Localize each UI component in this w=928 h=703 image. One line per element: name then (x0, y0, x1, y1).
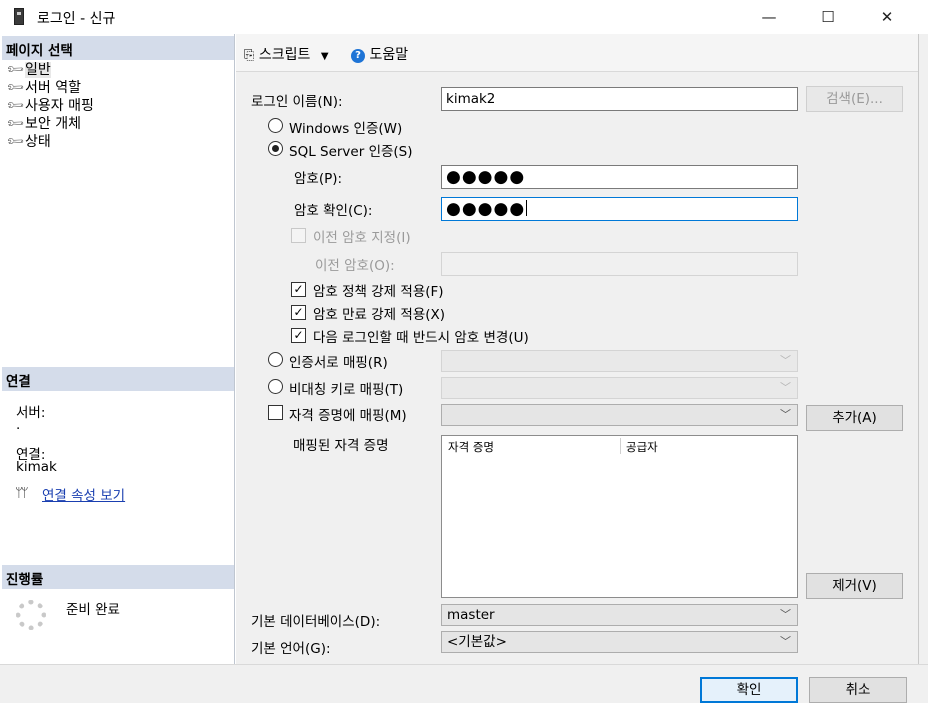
mapped-credentials-label: 매핑된 자격 증명 (293, 438, 389, 454)
asym-key-map-radio[interactable] (268, 379, 283, 394)
connection-value: kimak (16, 459, 57, 475)
sql-auth-radio[interactable] (268, 141, 283, 156)
must-change-label: 다음 로그인할 때 반드시 암호 변경(U) (313, 330, 529, 346)
wrench-icon: 🔧︎ (4, 130, 26, 152)
progress-status: 준비 완료 (66, 602, 120, 618)
nav-label: 서버 역할 (25, 80, 81, 96)
chevron-down-icon: ﹀ (780, 408, 791, 421)
connection-props-icon: ᛘᛘ (15, 486, 29, 501)
enforce-expiration-checkbox[interactable]: ✓ (291, 305, 306, 320)
title-bar: 로그인 - 신규 — ☐ ✕ (0, 0, 928, 34)
help-icon: ? (351, 49, 365, 63)
maximize-button[interactable]: ☐ (805, 4, 851, 30)
nav-item-user-mapping[interactable]: 🔧︎사용자 매핑 (5, 95, 94, 116)
script-label: 스크립트 (258, 47, 311, 63)
close-button[interactable]: ✕ (864, 4, 910, 30)
check-icon: ✓ (293, 282, 304, 296)
view-connection-properties-link[interactable]: 연결 속성 보기 (42, 484, 125, 504)
cert-map-radio[interactable] (268, 352, 283, 367)
default-language-label: 기본 언어(G): (251, 641, 331, 657)
windows-auth-label: Windows 인증(W) (289, 121, 403, 137)
chevron-down-icon: ﹀ (780, 635, 791, 648)
default-database-select[interactable]: master ﹀ (441, 604, 798, 626)
left-pane: 페이지 선택 🔧︎ 일반 🔧︎서버 역할 🔧︎사용자 매핑 🔧︎보안 개체 🔧︎상… (0, 34, 235, 664)
chevron-down-icon: ▼ (320, 51, 329, 62)
server-label: 서버: (16, 405, 46, 421)
asym-key-map-label: 비대칭 키로 매핑(T) (289, 382, 404, 398)
nav-label: 사용자 매핑 (25, 98, 94, 114)
ok-button[interactable]: 확인 (700, 677, 798, 703)
cancel-button[interactable]: 취소 (809, 677, 907, 703)
check-icon: ✓ (293, 328, 304, 342)
credential-map-checkbox[interactable] (268, 405, 283, 420)
enforce-policy-checkbox[interactable]: ✓ (291, 282, 306, 297)
chevron-down-icon: ﹀ (780, 354, 791, 367)
spinner-icon (16, 600, 46, 630)
credential-column-header[interactable]: 자격 증명 (448, 439, 494, 455)
page-select-header: 페이지 선택 (2, 36, 234, 60)
password-input[interactable]: ●●●●● (441, 165, 798, 189)
sql-auth-label: SQL Server 인증(S) (289, 144, 413, 160)
login-name-input[interactable]: kimak2 (441, 87, 798, 111)
windows-auth-radio[interactable] (268, 118, 283, 133)
confirm-password-input[interactable]: ●●●●● (441, 197, 798, 221)
old-password-label: 이전 암호(O): (315, 258, 395, 274)
window-edge (918, 34, 928, 664)
nav-label: 일반 (25, 62, 51, 78)
provider-column-header[interactable]: 공급자 (626, 439, 658, 455)
help-label: 도움말 (369, 47, 409, 63)
nav-item-securables[interactable]: 🔧︎보안 개체 (5, 113, 81, 134)
asym-key-map-select[interactable]: ﹀ (441, 377, 798, 399)
specify-old-password-label: 이전 암호 지정(I) (313, 230, 411, 246)
default-database-label: 기본 데이터베이스(D): (251, 614, 381, 630)
search-button[interactable]: 검색(E)... (806, 86, 903, 112)
password-label: 암호(P): (294, 171, 343, 187)
default-language-select[interactable]: <기본값> ﹀ (441, 631, 798, 653)
nav-item-server-roles[interactable]: 🔧︎서버 역할 (5, 77, 81, 98)
default-language-value: <기본값> (447, 634, 507, 650)
text-caret (526, 200, 528, 216)
mapped-credentials-list[interactable]: 자격 증명 공급자 (441, 435, 798, 598)
app-icon (14, 8, 24, 25)
script-icon: ⎘ (244, 48, 255, 63)
add-button[interactable]: 추가(A) (806, 405, 903, 431)
nav-item-status[interactable]: 🔧︎상태 (5, 131, 51, 152)
cert-map-select[interactable]: ﹀ (441, 350, 798, 372)
script-button[interactable]: ⎘ 스크립트 ▼ (244, 44, 329, 64)
nav-label: 상태 (25, 134, 51, 150)
toolbar: ⎘ 스크립트 ▼ ? 도움말 (236, 34, 918, 72)
login-name-label: 로그인 이름(N): (251, 94, 343, 110)
default-database-value: master (447, 607, 495, 623)
must-change-checkbox[interactable]: ✓ (291, 328, 306, 343)
window-title: 로그인 - 신규 (37, 11, 116, 27)
server-value: . (16, 417, 21, 433)
help-button[interactable]: ? 도움말 (351, 44, 408, 64)
column-separator[interactable] (620, 438, 621, 454)
specify-old-password-checkbox[interactable] (291, 228, 306, 243)
old-password-input[interactable] (441, 252, 798, 276)
chevron-down-icon: ﹀ (780, 381, 791, 394)
connection-header: 연결 (2, 367, 234, 391)
credential-map-label: 자격 증명에 매핑(M) (289, 408, 407, 424)
nav-label: 보안 개체 (25, 116, 81, 132)
remove-button[interactable]: 제거(V) (806, 573, 903, 599)
enforce-expiration-label: 암호 만료 강제 적용(X) (313, 307, 446, 323)
check-icon: ✓ (293, 305, 304, 319)
progress-header: 진행률 (2, 565, 234, 589)
confirm-password-value: ●●●●● (446, 199, 526, 219)
enforce-policy-label: 암호 정책 강제 적용(F) (313, 284, 444, 300)
dialog-footer: 확인 취소 (0, 664, 928, 703)
credential-map-select[interactable]: ﹀ (441, 404, 798, 426)
confirm-password-label: 암호 확인(C): (294, 203, 373, 219)
main-pane: ⎘ 스크립트 ▼ ? 도움말 로그인 이름(N): kimak2 검색(E)..… (236, 34, 918, 664)
minimize-button[interactable]: — (746, 4, 792, 30)
cert-map-label: 인증서로 매핑(R) (289, 355, 388, 371)
chevron-down-icon: ﹀ (780, 608, 791, 621)
